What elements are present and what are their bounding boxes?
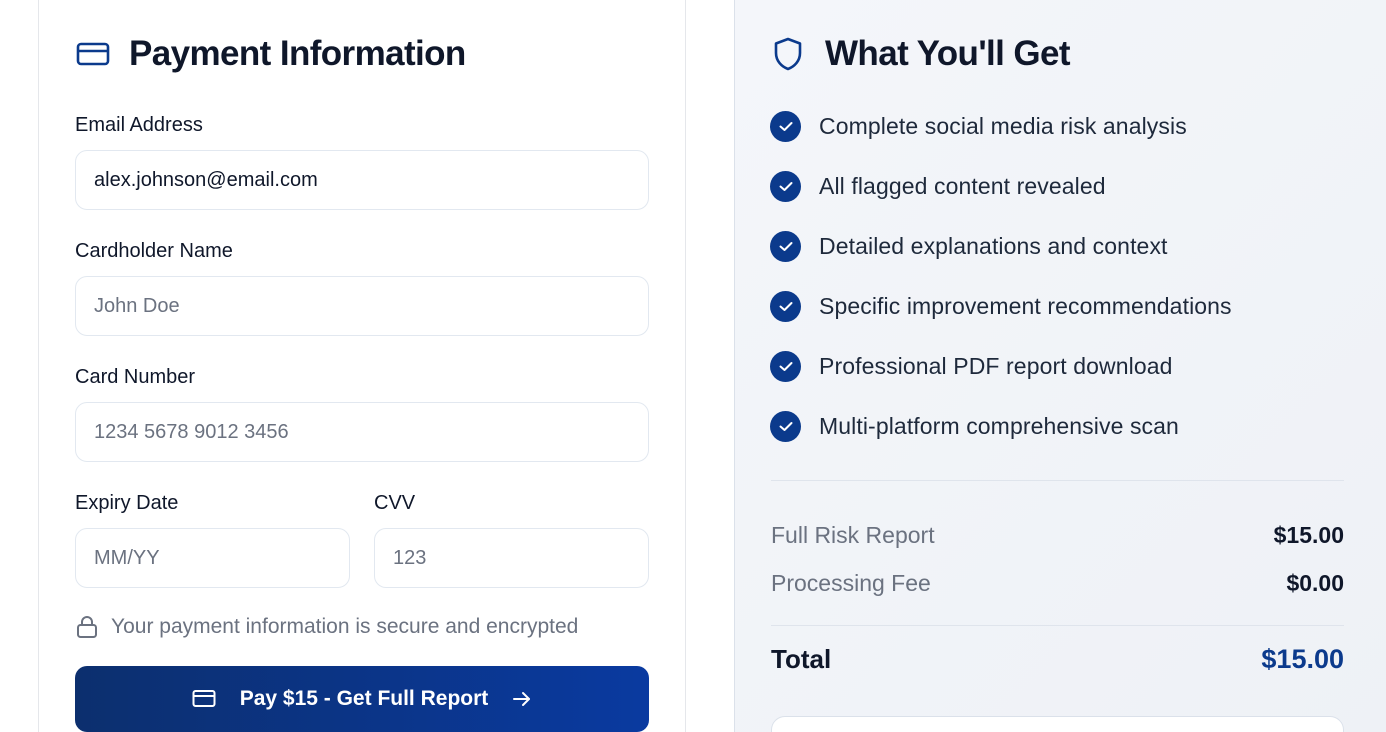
list-item: All flagged content revealed: [770, 170, 1232, 202]
cvv-label: CVV: [374, 492, 416, 514]
shield-icon: [773, 37, 803, 71]
processing-fee-label: Processing Fee: [771, 569, 931, 596]
list-item: Detailed explanations and context: [770, 230, 1232, 262]
processing-fee-price: $0.00: [1286, 569, 1344, 596]
benefits-list: Complete social media risk analysis All …: [770, 110, 1232, 470]
credit-card-icon: [76, 41, 110, 67]
expiry-field-wrapper: [75, 528, 350, 588]
payment-title: Payment Information: [129, 34, 466, 73]
card-number-label: Card Number: [75, 366, 196, 388]
cardholder-field-wrapper: [75, 276, 649, 336]
expiry-date-field[interactable]: [94, 529, 349, 587]
check-circle-icon: [770, 230, 801, 262]
cvv-field[interactable]: [393, 529, 648, 587]
full-report-label: Full Risk Report: [771, 521, 935, 548]
benefit-text: Complete social media risk analysis: [819, 112, 1187, 139]
email-field[interactable]: [94, 151, 648, 209]
card-number-field[interactable]: [94, 403, 648, 461]
total-price: $15.00: [1261, 643, 1344, 674]
check-circle-icon: [770, 110, 801, 142]
benefit-text: Professional PDF report download: [819, 352, 1173, 379]
list-item: Professional PDF report download: [770, 350, 1232, 382]
list-item: Complete social media risk analysis: [770, 110, 1232, 142]
list-item: Specific improvement recommendations: [770, 290, 1232, 322]
benefits-header: What You'll Get: [773, 32, 1071, 76]
summary-divider: [771, 480, 1344, 481]
cardholder-name-field[interactable]: [94, 277, 648, 335]
secure-note-text: Your payment information is secure and e…: [111, 615, 579, 638]
benefit-text: Specific improvement recommendations: [819, 292, 1232, 319]
total-label: Total: [771, 643, 832, 674]
full-report-price: $15.00: [1273, 521, 1344, 548]
email-label: Email Address: [75, 114, 203, 136]
payment-header: Payment Information: [76, 32, 466, 76]
bottom-panel: [771, 716, 1344, 732]
pay-button-label: Pay $15 - Get Full Report: [239, 687, 489, 710]
checkout-page: Payment Information Email Address Cardho…: [0, 0, 1386, 732]
list-item: Multi-platform comprehensive scan: [770, 410, 1232, 442]
email-field-wrapper: [75, 150, 649, 210]
full-report-row: Full Risk Report $15.00: [771, 518, 1344, 552]
benefit-text: Multi-platform comprehensive scan: [819, 412, 1179, 439]
cardholder-label: Cardholder Name: [75, 240, 233, 262]
processing-fee-row: Processing Fee $0.00: [771, 566, 1344, 600]
secure-note: Your payment information is secure and e…: [76, 612, 578, 642]
credit-card-icon: [192, 689, 216, 709]
card-number-field-wrapper: [75, 402, 649, 462]
check-circle-icon: [770, 290, 801, 322]
benefit-text: All flagged content revealed: [819, 172, 1106, 199]
total-row: Total $15.00: [771, 640, 1344, 678]
lock-icon: [76, 615, 98, 639]
expiry-label: Expiry Date: [75, 492, 179, 514]
cvv-field-wrapper: [374, 528, 649, 588]
benefit-text: Detailed explanations and context: [819, 232, 1168, 259]
check-circle-icon: [770, 350, 801, 382]
total-divider: [771, 625, 1344, 626]
benefits-title: What You'll Get: [825, 34, 1071, 73]
arrow-right-icon: [512, 689, 532, 709]
check-circle-icon: [770, 410, 801, 442]
pay-button[interactable]: Pay $15 - Get Full Report: [75, 666, 649, 732]
check-circle-icon: [770, 170, 801, 202]
